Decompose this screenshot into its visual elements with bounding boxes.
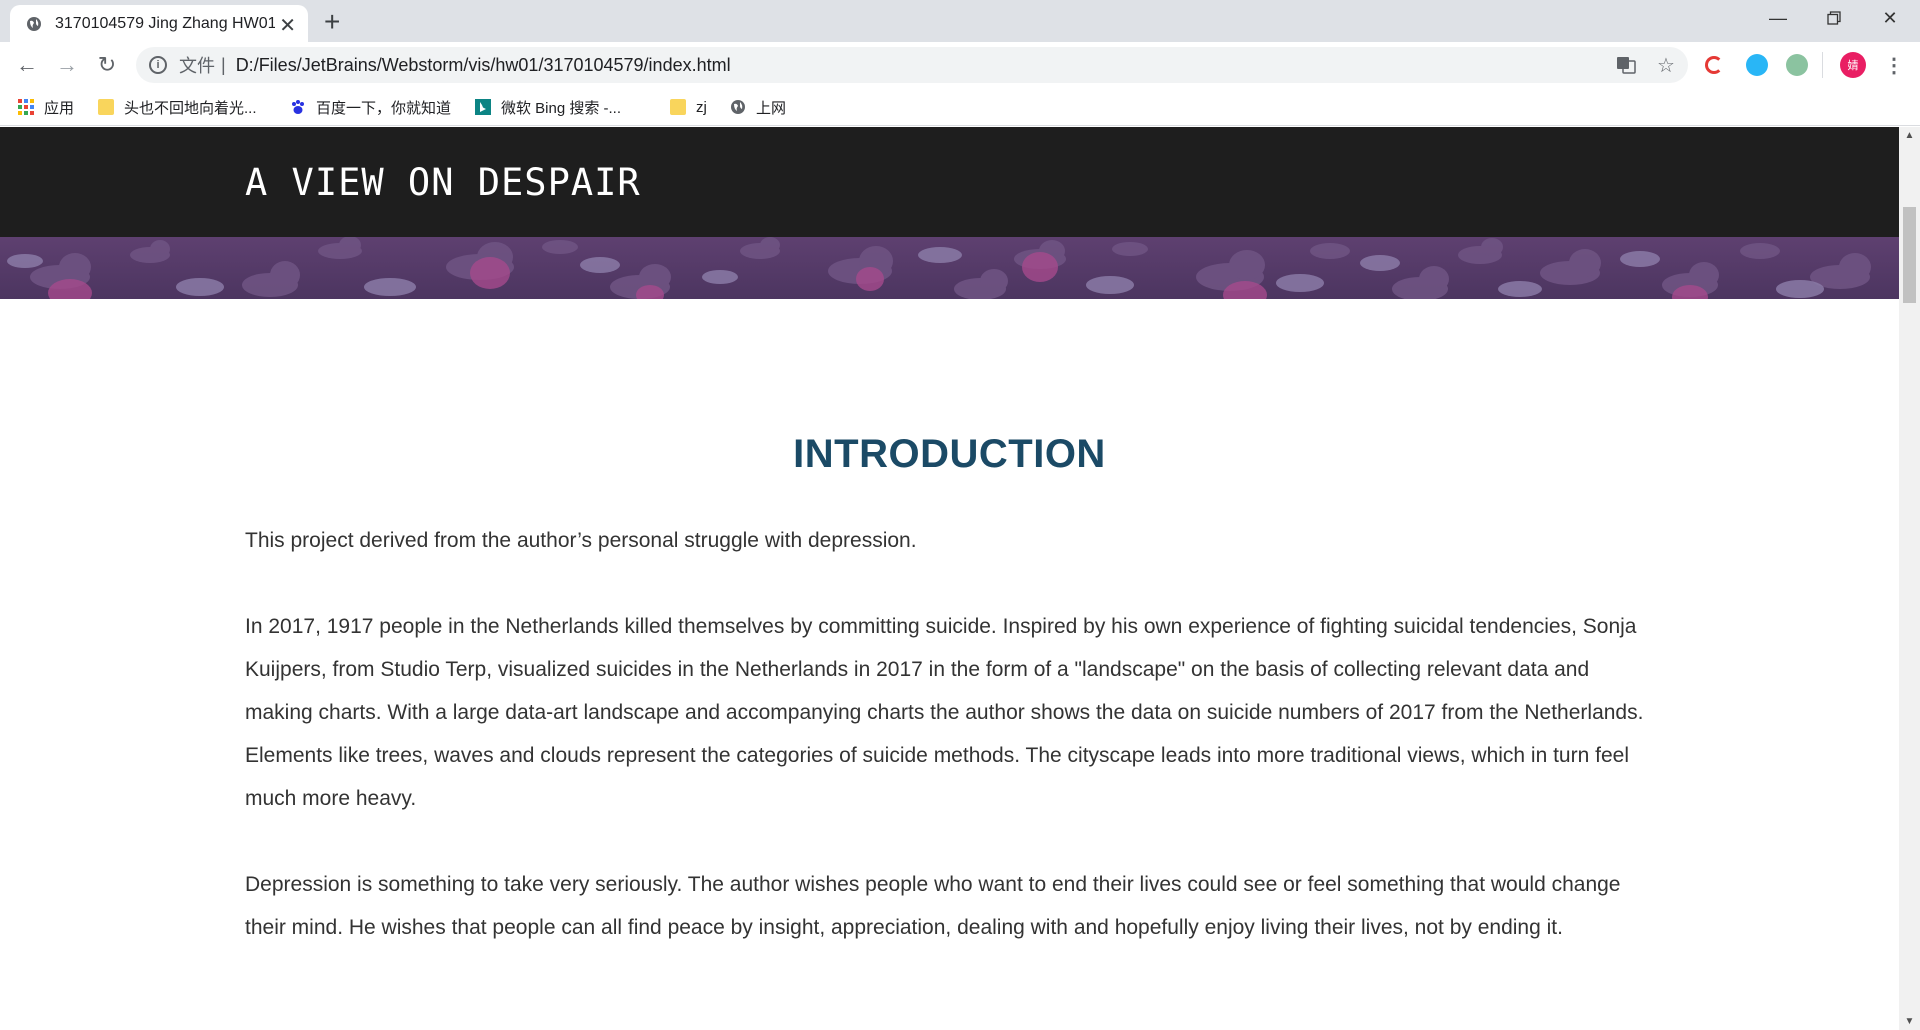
menu-kebab-icon[interactable]: ⋮	[1882, 53, 1906, 77]
profile-avatar[interactable]: 婧	[1840, 52, 1866, 78]
scroll-thumb[interactable]	[1903, 207, 1916, 303]
clouds-illustration	[7, 237, 1871, 299]
intro-paragraph-1: This project derived from the author’s p…	[245, 529, 917, 552]
reload-icon[interactable]: ↻	[92, 50, 122, 80]
site-header: A VIEW ON DESPAIR	[0, 127, 1899, 237]
restore-icon[interactable]	[1806, 0, 1862, 36]
toolbar-divider	[1822, 52, 1823, 78]
new-tab-button[interactable]: +	[324, 6, 340, 38]
bookmark-label: 上网	[756, 99, 787, 117]
address-scheme: 文件	[179, 56, 215, 76]
bookmark-label: 头也不回地向着光...	[124, 99, 257, 117]
folder-icon	[98, 99, 114, 115]
scroll-up-icon[interactable]: ▲	[1899, 127, 1920, 144]
address-bar[interactable]: i 文件 | D:/Files/JetBrains/Webstorm/vis/h…	[136, 47, 1688, 83]
minimize-icon[interactable]: —	[1750, 0, 1806, 36]
apps-grid-icon	[18, 99, 34, 115]
extension-avatar-icon[interactable]	[1786, 54, 1808, 76]
close-tab-icon[interactable]: ✕	[279, 13, 296, 38]
bookmark-folder-1[interactable]: 头也不回地向着光...	[98, 96, 257, 118]
bookmark-folder-zj[interactable]: zj	[670, 96, 707, 118]
page-viewport: A VIEW ON DESPAIR INTRODUCTION This proj…	[0, 127, 1899, 1030]
tab-strip: 3170104579 Jing Zhang HW01 ✕ + — ✕	[0, 0, 1920, 42]
translate-icon[interactable]	[1614, 53, 1638, 77]
bookmark-baidu[interactable]: 百度一下，你就知道	[290, 96, 451, 118]
bing-icon	[475, 99, 491, 115]
site-title: A VIEW ON DESPAIR	[245, 161, 641, 204]
forward-icon[interactable]: →	[52, 50, 82, 80]
tab-title: 3170104579 Jing Zhang HW01	[55, 14, 275, 32]
globe-icon	[25, 15, 43, 33]
browser-tab[interactable]: 3170104579 Jing Zhang HW01 ✕	[10, 5, 308, 42]
browser-toolbar: ← → ↻ i 文件 | D:/Files/JetBrains/Webstorm…	[0, 42, 1920, 88]
extension-search-icon[interactable]	[1746, 54, 1768, 76]
bookmark-star-icon[interactable]: ☆	[1654, 53, 1678, 77]
extension-c-icon[interactable]	[1705, 56, 1723, 74]
bookmarks-bar: 应用 头也不回地向着光... 百度一下，你就知道 微软 Bing 搜索 -...…	[0, 88, 1920, 126]
bookmark-bing[interactable]: 微软 Bing 搜索 -...	[475, 96, 621, 118]
page-scrollbar[interactable]: ▲ ▼	[1899, 127, 1920, 1030]
folder-icon	[670, 99, 686, 115]
back-icon[interactable]: ←	[12, 50, 42, 80]
bookmark-label: 微软 Bing 搜索 -...	[501, 99, 622, 117]
info-icon[interactable]: i	[149, 56, 167, 74]
address-url[interactable]: D:/Files/JetBrains/Webstorm/vis/hw01/317…	[236, 55, 731, 76]
bookmark-label: 应用	[44, 99, 75, 117]
intro-paragraph-3: Depression is something to take very ser…	[245, 873, 1621, 939]
scroll-down-icon[interactable]: ▼	[1899, 1013, 1920, 1030]
bookmark-apps[interactable]: 应用	[18, 96, 74, 118]
bookmark-label: zj	[696, 98, 707, 116]
bookmark-label: 百度一下，你就知道	[316, 99, 452, 117]
close-window-icon[interactable]: ✕	[1862, 0, 1918, 36]
address-separator: |	[221, 54, 226, 75]
bookmark-web[interactable]: 上网	[730, 96, 786, 118]
clouds-banner	[0, 237, 1899, 299]
baidu-paw-icon	[292, 100, 304, 114]
globe-icon	[731, 100, 745, 114]
intro-paragraph-2: In 2017, 1917 people in the Netherlands …	[245, 615, 1644, 810]
intro-heading: INTRODUCTION	[793, 432, 1106, 476]
